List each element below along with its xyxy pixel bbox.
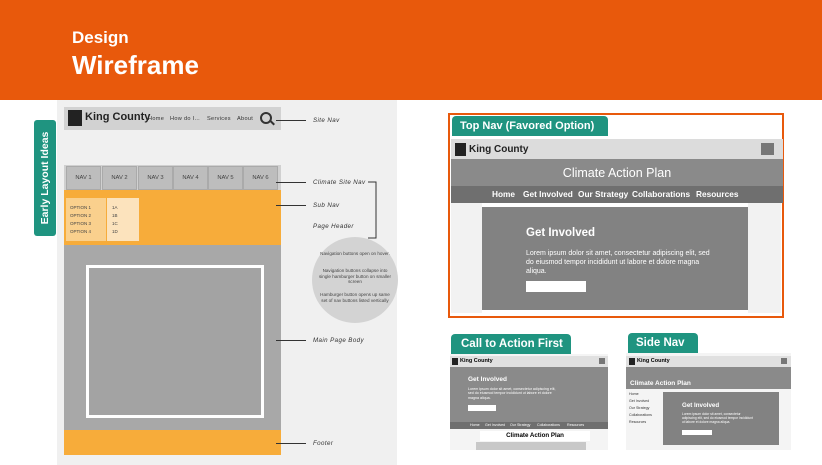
mock-link-get-involved: Get Involved xyxy=(523,189,573,199)
leader-line xyxy=(276,340,306,341)
sn-item-home: Home xyxy=(629,392,639,396)
mock-lorem: Lorem ipsum dolor sit amet, consectetur … xyxy=(526,250,710,275)
cta-link-strategy: Our Strategy xyxy=(510,423,531,427)
wf-option: OPTION 4 xyxy=(70,229,92,234)
note-hover: Navigation buttons open on hover. xyxy=(320,251,390,256)
sn-button xyxy=(682,430,712,435)
leader-line xyxy=(276,120,306,121)
mock-link-collab: Collaborations xyxy=(632,189,691,199)
king-county-logo-icon xyxy=(629,358,635,365)
sn-item-get-involved: Get Involved xyxy=(629,399,650,403)
sn-section-title: Get Involved xyxy=(682,402,720,409)
note-collapse: Navigation buttons collapse into single … xyxy=(318,268,391,285)
early-layout-tab: Early Layout Ideas xyxy=(34,120,56,236)
cta-link-collab: Collaborations xyxy=(537,423,560,427)
label-footer: Footer xyxy=(313,440,334,447)
slide-title: Wireframe xyxy=(72,50,199,80)
slide-subtitle: Design xyxy=(72,28,129,47)
sn-brand: King County xyxy=(637,358,670,364)
wf-body-placeholder xyxy=(86,265,264,418)
wf-brand: King County xyxy=(85,111,151,123)
mock-section-title: Get Involved xyxy=(526,227,596,239)
side-nav-tab: Side Nav xyxy=(628,333,698,353)
wf-link-services: Services xyxy=(207,116,231,122)
leader-line xyxy=(276,443,306,444)
top-nav-tab: Top Nav (Favored Option) xyxy=(452,116,608,136)
sn-item-collab: Collaborations xyxy=(629,413,652,417)
cta-section-title: Get Involved xyxy=(468,376,508,383)
cta-brand: King County xyxy=(460,358,493,364)
sn-item-resources: Resources xyxy=(629,420,647,424)
king-county-logo-icon xyxy=(455,143,466,156)
sn-item-strategy: Our Strategy xyxy=(629,406,650,410)
leader-line xyxy=(276,205,306,206)
wf-link-about: About xyxy=(237,116,254,122)
label-main-body: Main Page Body xyxy=(313,337,365,344)
mock-hero-title: Climate Action Plan xyxy=(562,166,672,180)
sn-lorem: Lorem ipsum dolor sit amet, consectetur … xyxy=(682,412,753,424)
wf-nav-4: NAV 4 xyxy=(173,166,208,190)
cta-link-home: Home xyxy=(470,423,480,427)
cta-caption: Climate Action Plan xyxy=(480,431,590,441)
mock-brand: King County xyxy=(469,144,529,155)
mock-button xyxy=(526,281,586,292)
wf-nav-2: NAV 2 xyxy=(102,166,137,190)
wf-option: OPTION 3 xyxy=(70,221,92,226)
wf-nav-6: NAV 6 xyxy=(243,166,278,190)
menu-square-icon xyxy=(599,358,605,364)
wf-suboption: 1C xyxy=(112,221,118,226)
mock-gutter xyxy=(748,203,781,313)
wf-suboption: 1B xyxy=(112,213,118,218)
wf-suboption: 1D xyxy=(112,229,118,234)
cta-lorem: Lorem ipsum dolor sit amet, consectetur … xyxy=(468,387,556,400)
label-sub-nav: Sub Nav xyxy=(313,202,340,209)
search-icon xyxy=(260,112,272,124)
cta-link-get-involved: Get Involved xyxy=(485,423,506,427)
menu-square-icon xyxy=(781,358,787,364)
mock-gutter xyxy=(451,203,482,313)
wf-option: OPTION 1 xyxy=(70,205,92,210)
wf-link-howdoi: How do I... xyxy=(170,116,201,122)
wf-footer xyxy=(64,430,281,455)
cta-tab: Call to Action First xyxy=(451,334,571,354)
cta-button xyxy=(468,405,496,411)
wf-nav-1: NAV 1 xyxy=(66,166,101,190)
wf-nav-5: NAV 5 xyxy=(208,166,243,190)
wf-suboption: 1A xyxy=(112,205,118,210)
mock-link-home: Home xyxy=(492,189,516,199)
mock-link-resources: Resources xyxy=(696,189,739,199)
king-county-logo-icon xyxy=(68,110,82,126)
menu-square-icon xyxy=(761,143,774,155)
king-county-logo-icon xyxy=(452,358,458,365)
sn-hero-title: Climate Action Plan xyxy=(630,380,691,387)
wf-option: OPTION 2 xyxy=(70,213,92,218)
wf-link-home: Home xyxy=(148,116,165,122)
cta-link-resources: Resources xyxy=(567,423,585,427)
cta-placeholder xyxy=(476,442,586,450)
label-page-header: Page Header xyxy=(313,223,354,230)
label-site-nav: Site Nav xyxy=(313,117,340,124)
mock-link-strategy: Our Strategy xyxy=(578,189,629,199)
note-hamburger: Hamburger button opens up same set of na… xyxy=(320,292,390,303)
leader-line xyxy=(276,182,306,183)
wf-nav-3: NAV 3 xyxy=(138,166,173,190)
